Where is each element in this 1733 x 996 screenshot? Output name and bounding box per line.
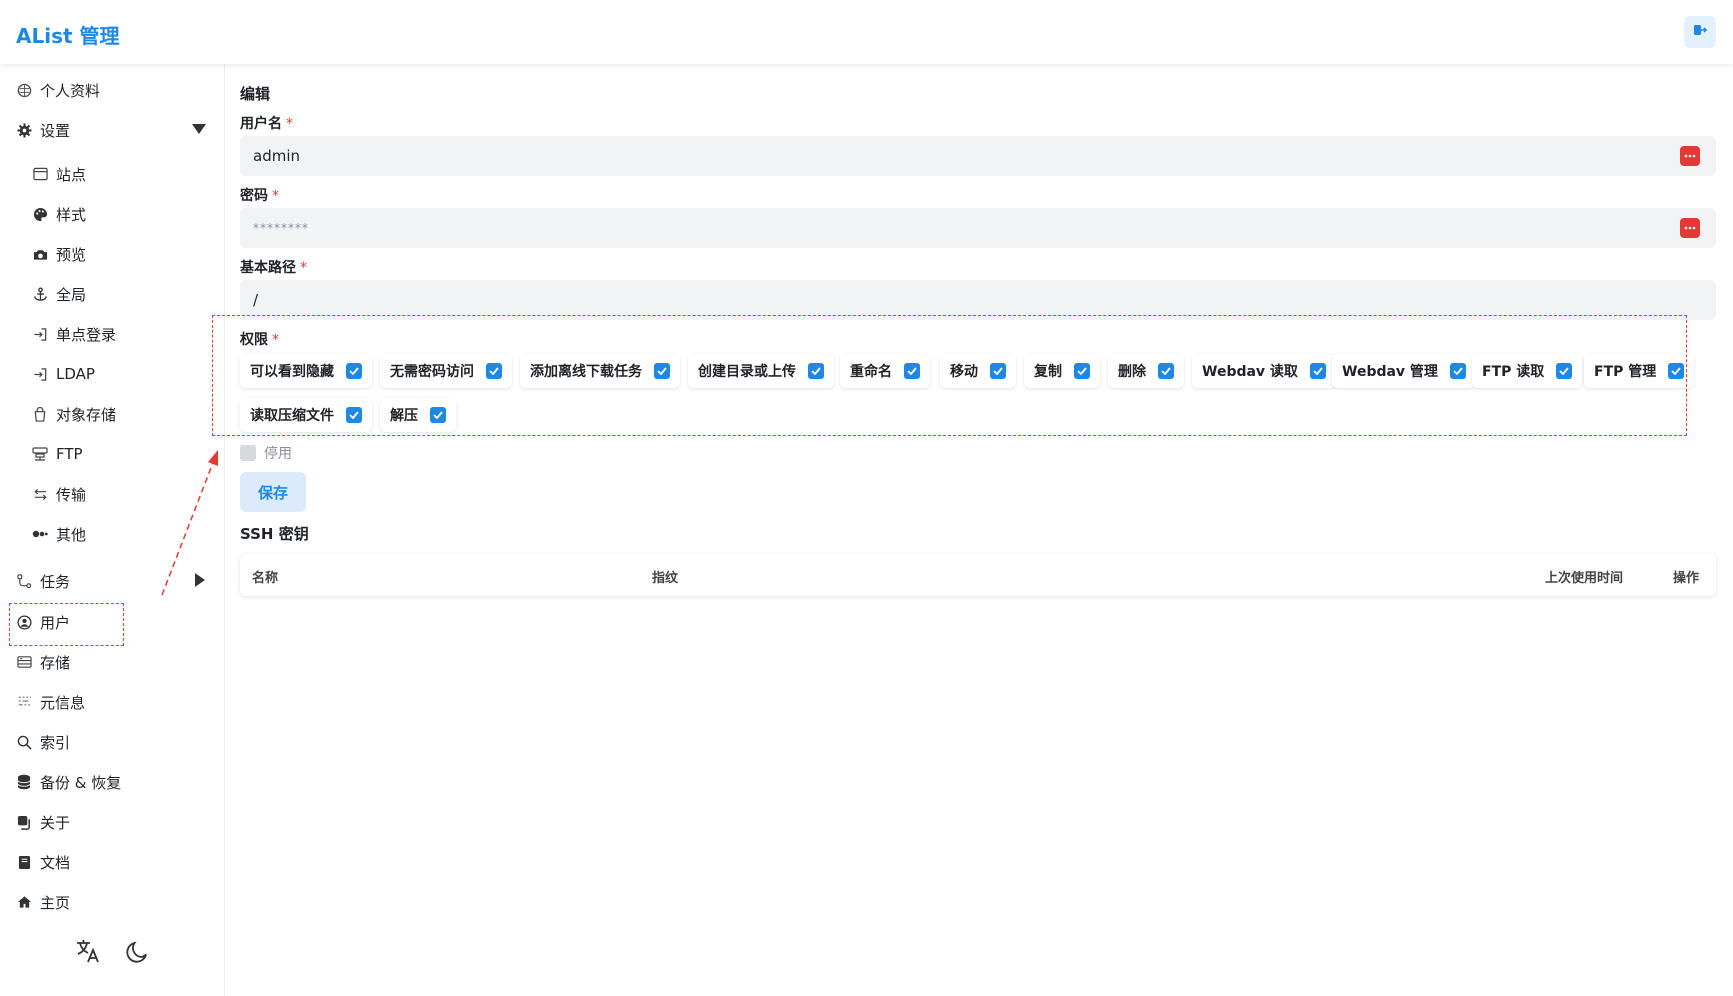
logout-icon [1693, 23, 1708, 41]
app-brand[interactable]: AList 管理 [16, 20, 120, 49]
logout-button[interactable] [1684, 16, 1716, 48]
top-header: AList 管理 [0, 0, 1733, 64]
annotation-arrow [161, 450, 218, 596]
